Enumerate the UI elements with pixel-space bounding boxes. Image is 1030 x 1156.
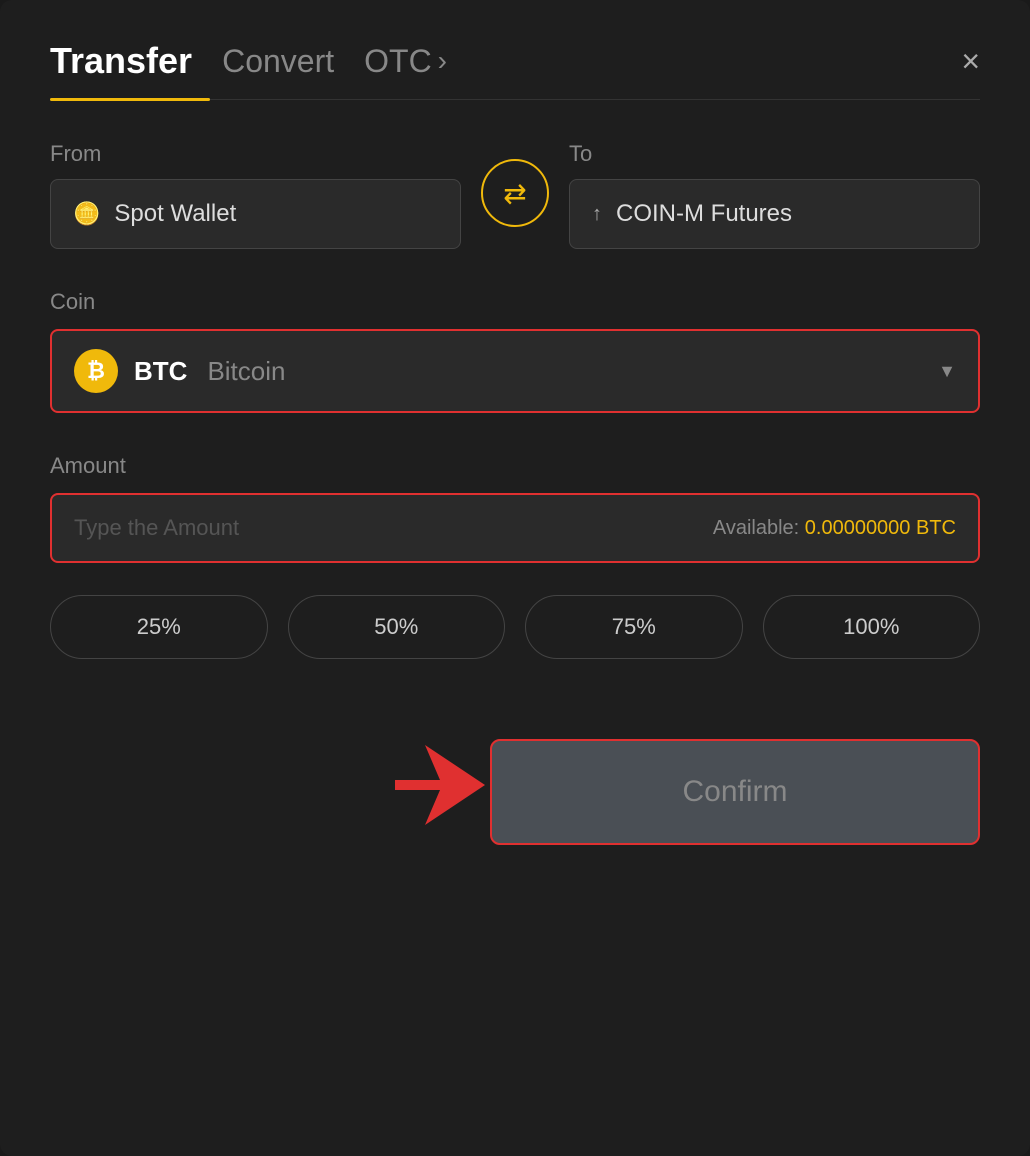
to-wallet-selector[interactable]: ↑ COIN-M Futures	[569, 179, 980, 249]
confirm-button[interactable]: Confirm	[490, 739, 980, 845]
amount-box: Type the Amount Available: 0.00000000 BT…	[50, 493, 980, 563]
confirm-area: Confirm	[50, 739, 980, 845]
from-wallet-selector[interactable]: 🪙 Spot Wallet	[50, 179, 461, 249]
from-to-row: From 🪙 Spot Wallet ⇄ To ↑ COIN-M Futures	[50, 141, 980, 249]
swap-icon: ⇄	[503, 177, 526, 210]
to-wallet-label: COIN-M Futures	[616, 200, 792, 228]
to-group: To ↑ COIN-M Futures	[569, 141, 980, 249]
tab-underline-row	[50, 98, 980, 101]
tab-convert[interactable]: Convert	[222, 43, 334, 96]
dropdown-arrow-icon: ▼	[938, 361, 956, 382]
to-label: To	[569, 141, 980, 167]
coin-code: BTC	[134, 356, 187, 387]
tab-otc[interactable]: OTC ›	[364, 43, 447, 96]
pct-50-button[interactable]: 50%	[288, 595, 506, 659]
pct-25-button[interactable]: 25%	[50, 595, 268, 659]
available-value: 0.00000000 BTC	[805, 517, 956, 539]
futures-icon: ↑	[592, 203, 602, 226]
amount-label: Amount	[50, 453, 980, 479]
percentage-row: 25% 50% 75% 100%	[50, 595, 980, 659]
transfer-modal: Transfer Convert OTC › × From 🪙 Spot Wal…	[0, 0, 1030, 1156]
btc-icon: ₿	[74, 349, 118, 393]
tab-row: Transfer Convert OTC › ×	[50, 40, 980, 98]
otc-chevron-icon: ›	[438, 45, 447, 77]
available-text: Available: 0.00000000 BTC	[713, 517, 956, 540]
red-arrow-indicator	[390, 740, 490, 835]
close-button[interactable]: ×	[961, 45, 980, 93]
from-group: From 🪙 Spot Wallet	[50, 141, 461, 249]
tab-transfer[interactable]: Transfer	[50, 40, 192, 98]
amount-placeholder[interactable]: Type the Amount	[74, 515, 239, 541]
from-label: From	[50, 141, 461, 167]
pct-100-button[interactable]: 100%	[763, 595, 981, 659]
pct-75-button[interactable]: 75%	[525, 595, 743, 659]
wallet-icon: 🪙	[73, 201, 100, 227]
coin-dropdown[interactable]: ₿ BTC Bitcoin ▼	[50, 329, 980, 413]
swap-button[interactable]: ⇄	[481, 159, 549, 227]
active-tab-underline	[50, 98, 210, 101]
coin-full-name: Bitcoin	[207, 356, 285, 387]
tab-underline-rest	[210, 99, 980, 100]
coin-label: Coin	[50, 289, 980, 315]
from-wallet-label: Spot Wallet	[114, 200, 236, 228]
